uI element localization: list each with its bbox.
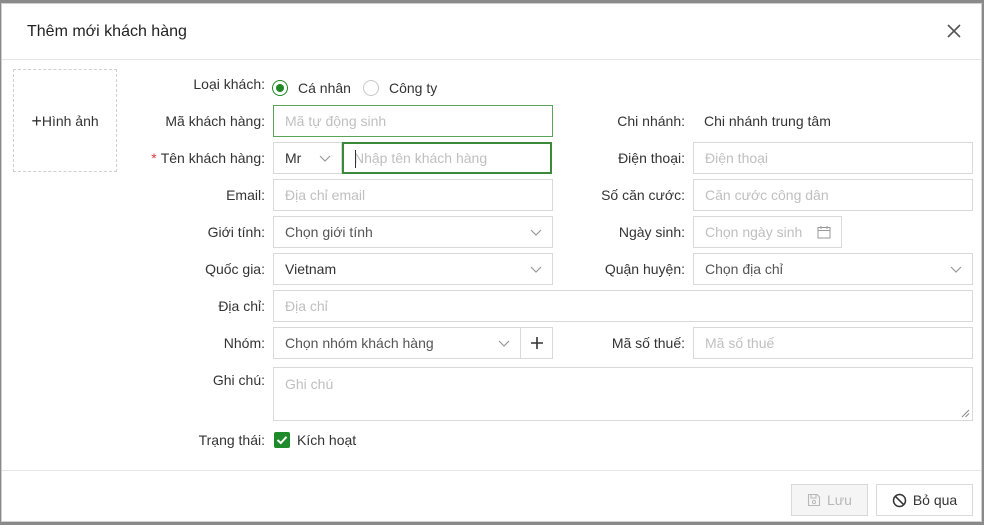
customer-name-label-text: Tên khách hàng: [160,150,265,166]
cancel-button-label: Bỏ qua [912,492,958,508]
customer-name-input[interactable]: Nhập tên khách hàng [342,142,552,174]
status-label: Trạng thái: [198,432,265,448]
phone-label: Điện thoại: [618,150,685,166]
plus-icon: + [31,111,42,131]
cancel-button[interactable]: Bỏ qua [876,484,973,516]
customer-code-input[interactable]: Mã tự động sinh [273,105,553,137]
add-group-button[interactable] [520,327,553,359]
address-label: Địa chỉ: [218,298,265,314]
dialog-header: Thêm mới khách hàng [2,4,981,60]
country-select[interactable]: Vietnam [273,253,553,285]
district-placeholder: Chọn địa chỉ [705,261,783,277]
chevron-down-icon [498,340,510,347]
dialog-footer: Lưu Bỏ qua [2,470,981,522]
radio-individual[interactable]: Cá nhân [272,77,351,99]
image-upload-button[interactable]: +Hình ảnh [13,69,117,172]
group-label: Nhóm: [223,335,265,351]
district-select[interactable]: Chọn địa chỉ [693,253,973,285]
group-select[interactable]: Chọn nhóm khách hàng [273,327,521,359]
customer-name-label: * Tên khách hàng: [122,142,265,174]
text-cursor [355,150,356,168]
gender-label: Giới tính: [207,224,265,240]
checkmark-icon [276,436,288,445]
dialog-title: Thêm mới khách hàng [27,23,187,40]
status-checkbox-label: Kích hoạt [297,432,357,448]
gender-select[interactable]: Chọn giới tính [273,216,553,248]
customer-type-label: Loại khách: [193,76,265,92]
radio-individual-label: Cá nhân [298,80,351,96]
name-title-value: Mr [285,150,302,166]
add-customer-dialog: Thêm mới khách hàng +Hình ảnh Loại khách… [1,3,982,522]
image-upload-label: Hình ảnh [41,113,99,129]
plus-icon [531,337,543,349]
note-label: Ghi chú: [212,372,265,388]
calendar-icon [817,226,831,239]
save-button[interactable]: Lưu [791,484,868,516]
save-icon [807,493,821,507]
tax-code-label: Mã số thuế: [611,335,685,351]
radio-company-label: Công ty [389,80,438,96]
close-icon[interactable] [944,21,964,41]
cancel-icon [892,493,907,507]
address-input[interactable]: Địa chỉ [273,290,973,322]
group-placeholder: Chọn nhóm khách hàng [285,335,434,351]
email-label: Email: [226,187,265,203]
resize-handle-icon[interactable] [961,409,970,418]
note-textarea[interactable]: Ghi chú [273,367,973,421]
chevron-down-icon [530,266,542,273]
birthday-picker[interactable]: Chọn ngày sinh [693,216,842,248]
chevron-down-icon [530,229,542,236]
branch-label: Chi nhánh: [617,113,685,129]
status-checkbox[interactable] [274,432,290,448]
birthday-placeholder: Chọn ngày sinh [705,224,803,240]
country-label: Quốc gia: [205,261,265,277]
save-button-label: Lưu [827,492,852,508]
radio-unchecked-icon [363,80,379,96]
tax-code-input[interactable]: Mã số thuế [693,327,973,359]
id-card-input[interactable]: Căn cước công dân [693,179,973,211]
radio-checked-icon [272,80,288,96]
chevron-down-icon [319,155,331,162]
branch-value: Chi nhánh trung tâm [704,113,831,129]
id-card-label: Số căn cước: [601,187,685,203]
birthday-label: Ngày sinh: [618,224,685,240]
district-label: Quận huyện: [604,261,685,277]
customer-name-placeholder: Nhập tên khách hàng [354,150,488,166]
name-title-select[interactable]: Mr [273,142,342,174]
email-input[interactable]: Địa chỉ email [273,179,553,211]
required-mark: * [151,150,157,166]
country-value: Vietnam [285,261,337,277]
chevron-down-icon [950,266,962,273]
phone-input[interactable]: Điện thoại [693,142,973,174]
customer-code-label: Mã khách hàng: [165,113,265,129]
radio-company[interactable]: Công ty [363,77,437,99]
note-placeholder: Ghi chú [285,376,334,392]
gender-placeholder: Chọn giới tính [285,224,373,240]
